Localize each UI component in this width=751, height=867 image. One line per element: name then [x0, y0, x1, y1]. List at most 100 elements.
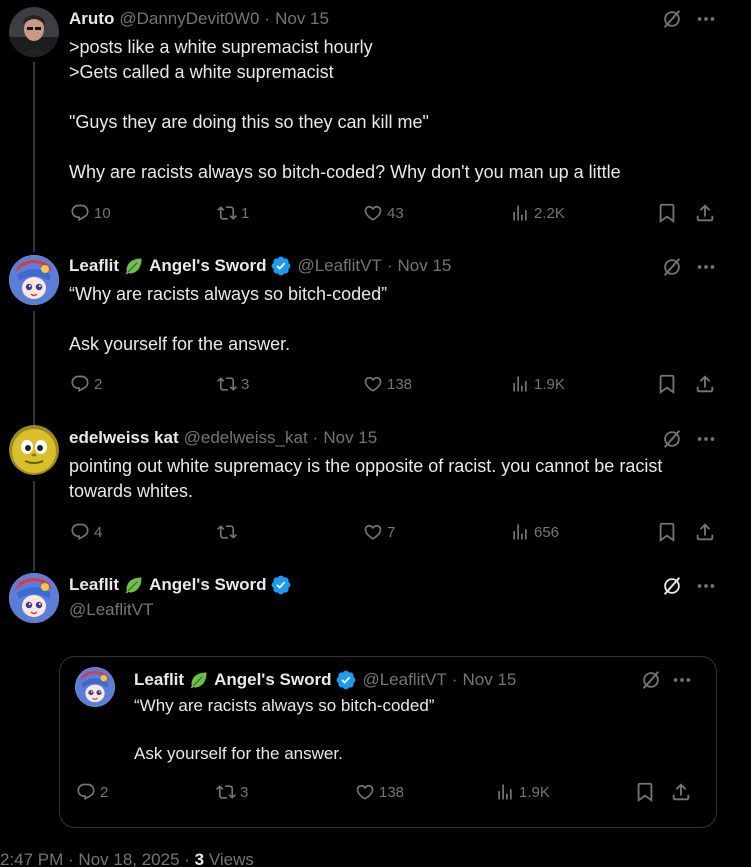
more-icon[interactable] [671, 669, 693, 691]
avatar[interactable] [75, 667, 115, 707]
thread-line [33, 62, 35, 252]
retweet-count: 3 [240, 783, 249, 801]
quoted-tweet[interactable]: Leaflit Angel's Sword @LeaflitVT · Nov 15… [59, 656, 717, 828]
grok-icon[interactable] [661, 575, 683, 597]
avatar[interactable] [9, 573, 59, 623]
author-name-second: Angel's Sword [149, 255, 267, 275]
tweet-header: edelweiss kat @edelweiss_kat · Nov 15 [69, 426, 661, 450]
views-button[interactable]: 2.2K [510, 202, 565, 224]
retweet-button[interactable]: 3 [216, 781, 248, 803]
tweet-aruto[interactable]: Aruto @DannyDevit0W0 · Nov 15 >posts lik… [0, 0, 751, 252]
tweet-date[interactable]: Nov 15 [462, 670, 516, 690]
reply-button[interactable]: 4 [70, 521, 102, 543]
author-name[interactable]: Leaflit Angel's Sword [134, 670, 331, 691]
quoted-text: “Why are racists always so bitch-coded” … [134, 696, 435, 763]
reply-icon [70, 203, 90, 223]
share-icon[interactable] [694, 202, 716, 224]
retweet-button[interactable] [217, 521, 241, 543]
views-icon [510, 522, 530, 542]
more-icon[interactable] [695, 575, 717, 597]
tweet-leaflit[interactable]: Leaflit Angel's Sword @LeaflitVT · Nov 15… [0, 245, 751, 426]
thread-line [33, 481, 35, 571]
author-handle[interactable]: @LeaflitVT [362, 670, 446, 690]
like-button[interactable]: 138 [355, 781, 404, 803]
tweet-date[interactable]: Nov 15 [323, 428, 377, 448]
grok-icon[interactable] [640, 669, 662, 691]
more-icon[interactable] [695, 8, 717, 30]
reply-button[interactable]: 10 [70, 202, 111, 224]
like-count: 138 [379, 783, 405, 801]
avatar[interactable] [9, 255, 59, 305]
share-icon[interactable] [694, 521, 716, 543]
reply-count: 4 [94, 523, 103, 541]
like-icon [363, 522, 383, 542]
reply-count: 10 [94, 204, 111, 222]
like-count: 43 [387, 204, 404, 222]
views-icon [510, 374, 530, 394]
tweet-header: Leaflit Angel's Sword @LeaflitVT · Nov 15 [69, 254, 661, 278]
retweet-icon [217, 374, 237, 394]
reply-button[interactable]: 2 [70, 373, 102, 395]
author-name[interactable]: Aruto [69, 9, 114, 29]
grok-icon[interactable] [661, 428, 683, 450]
views-button[interactable]: 656 [510, 521, 559, 543]
author-name[interactable]: edelweiss kat [69, 428, 179, 448]
bookmark-icon[interactable] [656, 521, 678, 543]
tweet-timestamp: 2:47 PM · Nov 18, 2025 · 3 Views [0, 850, 254, 867]
bookmark-icon[interactable] [656, 202, 678, 224]
tweet-date[interactable]: Nov 15 [397, 256, 451, 276]
avatar[interactable] [9, 7, 59, 57]
timestamp-text[interactable]: 2:47 PM · Nov 18, 2025 · [0, 850, 195, 867]
author-handle[interactable]: @LeaflitVT [69, 600, 153, 620]
tweet-header: Aruto @DannyDevit0W0 · Nov 15 [69, 7, 661, 31]
tweet-header: Leaflit Angel's Sword [69, 573, 661, 597]
grok-icon[interactable] [661, 256, 683, 278]
retweet-count: 3 [241, 375, 250, 393]
bookmark-icon[interactable] [656, 373, 678, 395]
tweet-edelweiss[interactable]: edelweiss kat @edelweiss_kat · Nov 15 po… [0, 415, 751, 571]
author-name[interactable]: Leaflit Angel's Sword [69, 575, 266, 596]
like-count: 138 [387, 375, 413, 393]
verified-icon[interactable] [270, 255, 292, 277]
retweet-button[interactable]: 1 [217, 202, 249, 224]
author-handle-row: @LeaflitVT [69, 598, 661, 622]
views-button[interactable]: 1.9K [510, 373, 565, 395]
author-name-second: Angel's Sword [149, 574, 267, 594]
author-name[interactable]: Leaflit Angel's Sword [69, 256, 266, 277]
tweet-date[interactable]: Nov 15 [275, 9, 329, 29]
author-name-first: Leaflit [69, 574, 120, 594]
separator-dot: · [451, 670, 458, 689]
like-button[interactable]: 43 [363, 202, 404, 224]
leaf-icon [124, 256, 144, 276]
author-name-first: Leaflit [69, 255, 120, 275]
thread-line [33, 311, 35, 426]
reply-button[interactable]: 2 [76, 781, 108, 803]
tweet-text: >posts like a white supremacist hourly >… [69, 37, 621, 182]
like-button[interactable]: 7 [363, 521, 395, 543]
quoted-header: Leaflit Angel's Sword @LeaflitVT · Nov 15 [134, 669, 516, 691]
reply-icon [70, 374, 90, 394]
author-handle[interactable]: @edelweiss_kat [184, 428, 308, 448]
author-handle[interactable]: @DannyDevit0W0 [119, 9, 259, 29]
more-icon[interactable] [695, 256, 717, 278]
grok-icon[interactable] [661, 8, 683, 30]
author-handle[interactable]: @LeaflitVT [297, 256, 381, 276]
separator-dot: · [386, 256, 393, 275]
views-icon [495, 782, 515, 802]
views-button[interactable]: 1.9K [495, 781, 550, 803]
verified-icon[interactable] [335, 669, 357, 691]
avatar[interactable] [9, 425, 59, 475]
share-icon[interactable] [694, 373, 716, 395]
share-icon[interactable] [670, 781, 692, 803]
views-icon [510, 203, 530, 223]
retweet-icon [216, 782, 236, 802]
reply-icon [76, 782, 96, 802]
author-name-first: Leaflit [134, 669, 185, 689]
more-icon[interactable] [695, 428, 717, 450]
view-count: 656 [534, 523, 560, 541]
verified-icon[interactable] [270, 574, 292, 596]
bookmark-icon[interactable] [634, 781, 656, 803]
separator-dot: · [264, 9, 271, 28]
like-button[interactable]: 138 [363, 373, 412, 395]
retweet-button[interactable]: 3 [217, 373, 249, 395]
